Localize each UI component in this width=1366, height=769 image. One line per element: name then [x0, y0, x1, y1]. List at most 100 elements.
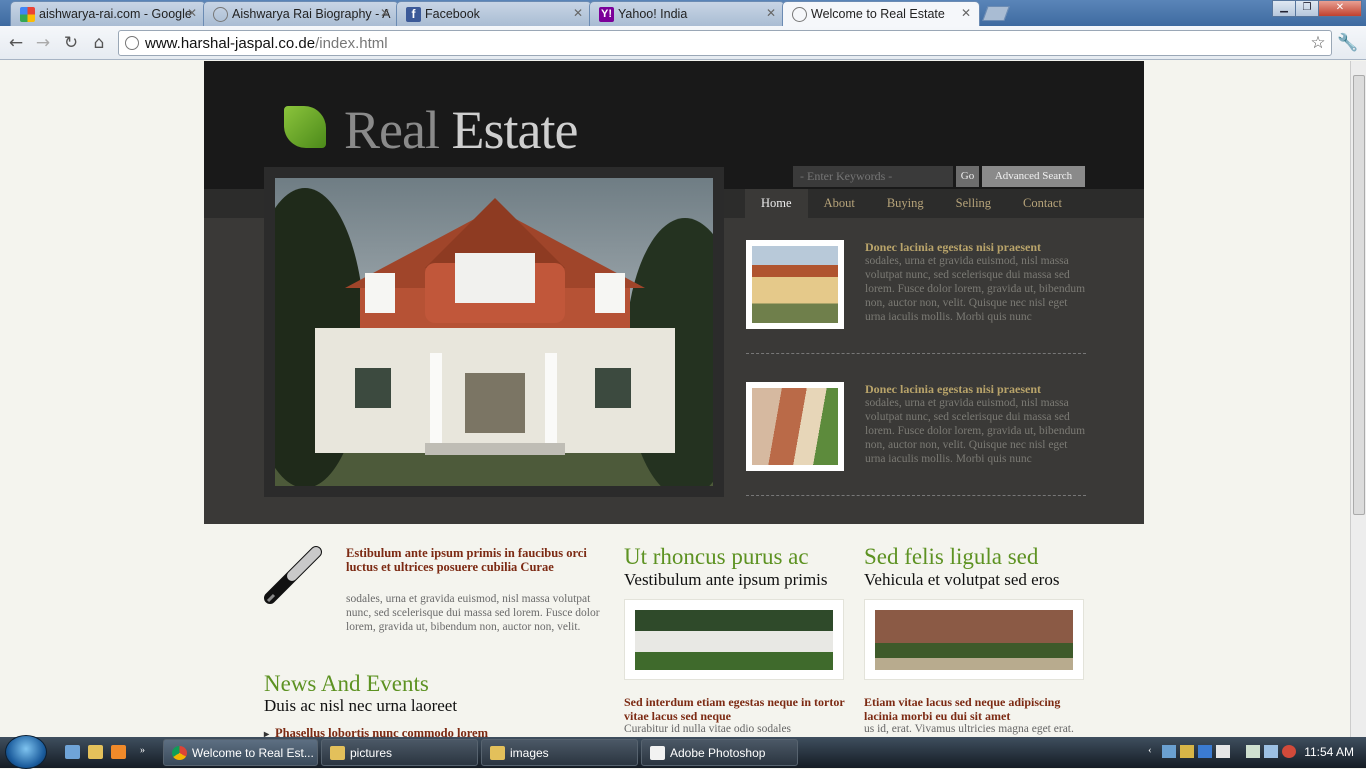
villa-thumbnail-image — [752, 388, 838, 465]
taskbar-label: Adobe Photoshop — [670, 746, 766, 760]
browser-tab[interactable]: aishwarya-rai.com - Google ✕ — [10, 1, 206, 26]
power-icon[interactable] — [1246, 745, 1260, 758]
folder-icon — [490, 746, 505, 760]
dashed-divider — [746, 353, 1086, 354]
vertical-scrollbar[interactable] — [1350, 61, 1366, 737]
network-icon[interactable] — [1162, 745, 1176, 758]
url-path: /index.html — [315, 35, 388, 52]
pen-icon — [262, 543, 324, 605]
advanced-search-button[interactable]: Advanced Search — [982, 166, 1085, 187]
close-tab-icon[interactable]: ✕ — [766, 6, 776, 20]
news-link[interactable]: Phasellus lobortis nunc commodo lorem — [264, 726, 488, 737]
intro-title[interactable]: Estibulum ante ipsum primis in faucibus … — [346, 546, 601, 574]
system-tray: ‹ 11:54 AM — [1148, 737, 1366, 768]
forward-icon[interactable]: → — [32, 32, 54, 54]
close-window-button[interactable]: ✕ — [1318, 0, 1362, 17]
page-viewport: Real Estate Go Advanced Search Home Abou… — [0, 61, 1350, 737]
go-button[interactable]: Go — [956, 166, 979, 187]
feature-title[interactable]: Donec lacinia egestas nisi praesent — [865, 240, 1087, 255]
safely-remove-icon[interactable] — [1216, 745, 1230, 758]
family-photo-frame[interactable] — [624, 599, 844, 680]
address-bar[interactable]: www.harshal-jaspal.co.de/index.html — [118, 30, 1332, 56]
facebook-icon: f — [406, 7, 421, 22]
volume-muted-icon[interactable] — [1282, 745, 1296, 758]
logo-word-1: Real — [344, 100, 440, 160]
nav-buying[interactable]: Buying — [871, 189, 940, 218]
keyword-search-input[interactable] — [793, 166, 953, 187]
nav-selling[interactable]: Selling — [940, 189, 1007, 218]
news-title: News And Events — [264, 671, 429, 696]
browser-tab-strip: aishwarya-rai.com - Google ✕ Aishwarya R… — [0, 0, 1366, 27]
intro-text: sodales, urna et gravida euismod, nisl m… — [346, 593, 600, 633]
explorer-icon[interactable] — [88, 745, 103, 759]
column-text: us id, erat. Vivamus ultricies magna ege… — [864, 723, 1074, 735]
start-button[interactable] — [5, 735, 47, 769]
maximize-button[interactable]: ❐ — [1295, 0, 1319, 17]
wrench-menu-icon[interactable]: 🔧 — [1337, 32, 1359, 54]
leaf-logo-icon — [284, 106, 326, 148]
tray-app-icon[interactable] — [1180, 745, 1194, 758]
back-icon[interactable]: ← — [5, 32, 27, 54]
hero-house-image — [275, 178, 713, 486]
tab-label: Welcome to Real Estate — [811, 7, 945, 21]
feature-title[interactable]: Donec lacinia egestas nisi praesent — [865, 382, 1087, 397]
feature-thumbnail-frame[interactable] — [746, 240, 844, 329]
page-info-icon — [125, 36, 139, 50]
bluetooth-icon[interactable] — [1198, 745, 1212, 758]
monitor-icon[interactable] — [1264, 745, 1278, 758]
content-column: Sed felis ligula sed Vehicula et volutpa… — [864, 544, 1084, 735]
feature-text: sodales, urna et gravida euismod, nisl m… — [865, 255, 1086, 323]
taskbar-button[interactable]: Welcome to Real Est... — [163, 739, 318, 766]
home-icon[interactable]: ⌂ — [88, 32, 110, 54]
more-icon[interactable]: » — [140, 745, 155, 759]
column-heading[interactable]: Sed interdum etiam egestas neque in tort… — [624, 695, 846, 723]
scrollbar-thumb[interactable] — [1353, 75, 1365, 515]
taskbar-label: Welcome to Real Est... — [192, 746, 314, 760]
windows-taskbar: » Welcome to Real Est... pictures images… — [0, 735, 1366, 769]
taskbar-button[interactable]: pictures — [321, 739, 478, 766]
tab-label: aishwarya-rai.com - Google — [39, 7, 192, 21]
minimize-button[interactable]: ▁ — [1272, 0, 1296, 17]
taskbar-button[interactable]: Adobe Photoshop — [641, 739, 798, 766]
new-tab-button[interactable] — [982, 6, 1010, 21]
house-photo-frame[interactable] — [864, 599, 1084, 680]
folder-icon — [330, 746, 345, 760]
media-player-icon[interactable] — [111, 745, 126, 759]
reload-icon[interactable]: ↻ — [60, 32, 82, 54]
column-text: Curabitur id nulla vitae odio sodales — [624, 723, 792, 735]
feature-text: sodales, urna et gravida euismod, nisl m… — [865, 397, 1086, 465]
hero-frame — [264, 167, 724, 497]
clock[interactable]: 11:54 AM — [1304, 745, 1354, 759]
document-icon — [650, 746, 665, 760]
bookmark-star-icon[interactable]: ☆ — [1307, 32, 1329, 54]
column-subtitle: Vestibulum ante ipsum primis — [624, 570, 828, 589]
browser-tab[interactable]: Aishwarya Rai Biography - A ✕ — [203, 1, 399, 26]
chrome-icon — [172, 746, 187, 760]
tab-label: Aishwarya Rai Biography - A — [232, 7, 391, 21]
url-host: www.harshal-jaspal.co.de — [145, 35, 316, 52]
close-tab-icon[interactable]: ✕ — [961, 6, 971, 20]
browser-tab[interactable]: Y! Yahoo! India ✕ — [589, 1, 785, 26]
logo-word-2: Estate — [451, 100, 578, 160]
main-nav: Home About Buying Selling Contact — [745, 189, 1078, 218]
villa-thumbnail-image — [752, 246, 838, 323]
show-desktop-icon[interactable] — [65, 745, 80, 759]
taskbar-label: pictures — [350, 746, 393, 760]
nav-home[interactable]: Home — [745, 189, 808, 218]
family-photo-image — [635, 610, 833, 670]
browser-toolbar: ← → ↻ ⌂ www.harshal-jaspal.co.de/index.h… — [0, 26, 1366, 60]
close-tab-icon[interactable]: ✕ — [380, 6, 390, 20]
tray-expand-icon[interactable]: ‹ — [1148, 744, 1152, 756]
column-heading[interactable]: Etiam vitae lacus sed neque adipiscing l… — [864, 695, 1086, 723]
yahoo-icon: Y! — [599, 7, 614, 22]
nav-contact[interactable]: Contact — [1007, 189, 1078, 218]
taskbar-button[interactable]: images — [481, 739, 638, 766]
feature-item: Donec lacinia egestas nisi praesent soda… — [746, 382, 1086, 497]
feature-thumbnail-frame[interactable] — [746, 382, 844, 471]
browser-tab-active[interactable]: Welcome to Real Estate ✕ — [782, 1, 980, 27]
browser-tab[interactable]: f Facebook ✕ — [396, 1, 592, 26]
nav-about[interactable]: About — [808, 189, 871, 218]
site-logo[interactable]: Real Estate — [344, 99, 578, 161]
close-tab-icon[interactable]: ✕ — [573, 6, 583, 20]
close-tab-icon[interactable]: ✕ — [187, 6, 197, 20]
